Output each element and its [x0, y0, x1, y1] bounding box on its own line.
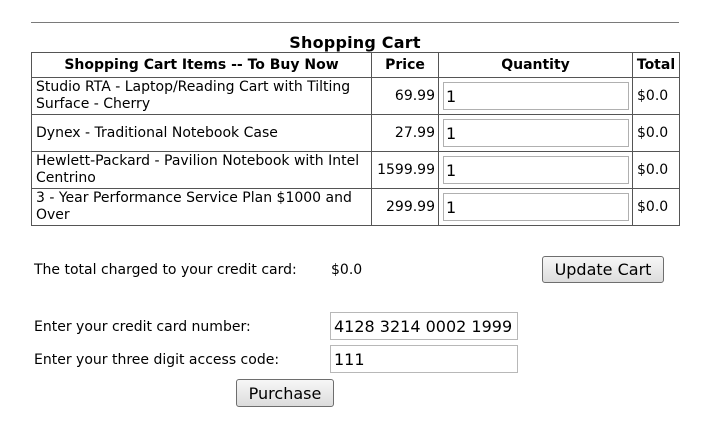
items-column-header: Shopping Cart Items -- To Buy Now [31, 52, 372, 78]
item-total: $0.0 [632, 151, 680, 189]
item-price: 299.99 [371, 188, 439, 226]
item-name: Studio RTA - Laptop/Reading Cart with Ti… [31, 77, 372, 115]
access-code-input[interactable] [330, 345, 518, 373]
quantity-column-header: Quantity [438, 52, 633, 78]
cart-row: Studio RTA - Laptop/Reading Cart with Ti… [31, 77, 680, 115]
price-column-header: Price [371, 52, 439, 78]
quantity-cell [438, 188, 633, 226]
access-code-label: Enter your three digit access code: [34, 352, 280, 368]
item-total: $0.0 [632, 188, 680, 226]
item-price: 27.99 [371, 114, 439, 152]
update-cart-button[interactable]: Update Cart [542, 256, 664, 283]
item-name: Dynex - Traditional Notebook Case [31, 114, 372, 152]
cart-row: Dynex - Traditional Notebook Case 27.99 … [31, 114, 680, 152]
purchase-button[interactable]: Purchase [236, 379, 334, 407]
quantity-input[interactable] [443, 193, 629, 221]
quantity-cell [438, 114, 633, 152]
item-price: 1599.99 [371, 151, 439, 189]
quantity-input[interactable] [443, 82, 629, 110]
cart-table: Shopping Cart Items -- To Buy Now Price … [31, 52, 680, 226]
top-divider [31, 22, 679, 23]
item-total: $0.0 [632, 114, 680, 152]
credit-card-input[interactable] [330, 312, 518, 340]
quantity-input[interactable] [443, 156, 629, 184]
quantity-cell [438, 77, 633, 115]
total-charged-value: $0.0 [331, 262, 363, 278]
credit-card-label: Enter your credit card number: [34, 319, 251, 335]
cart-header-row: Shopping Cart Items -- To Buy Now Price … [31, 52, 680, 78]
cart-row: 3 - Year Performance Service Plan $1000 … [31, 188, 680, 226]
cart-title: Shopping Cart [289, 33, 421, 52]
total-charged-label: The total charged to your credit card: [34, 262, 297, 278]
item-name: 3 - Year Performance Service Plan $1000 … [31, 188, 372, 226]
item-price: 69.99 [371, 77, 439, 115]
quantity-input[interactable] [443, 119, 629, 147]
total-column-header: Total [632, 52, 680, 78]
item-total: $0.0 [632, 77, 680, 115]
cart-row: Hewlett-Packard - Pavilion Notebook with… [31, 151, 680, 189]
quantity-cell [438, 151, 633, 189]
item-name: Hewlett-Packard - Pavilion Notebook with… [31, 151, 372, 189]
